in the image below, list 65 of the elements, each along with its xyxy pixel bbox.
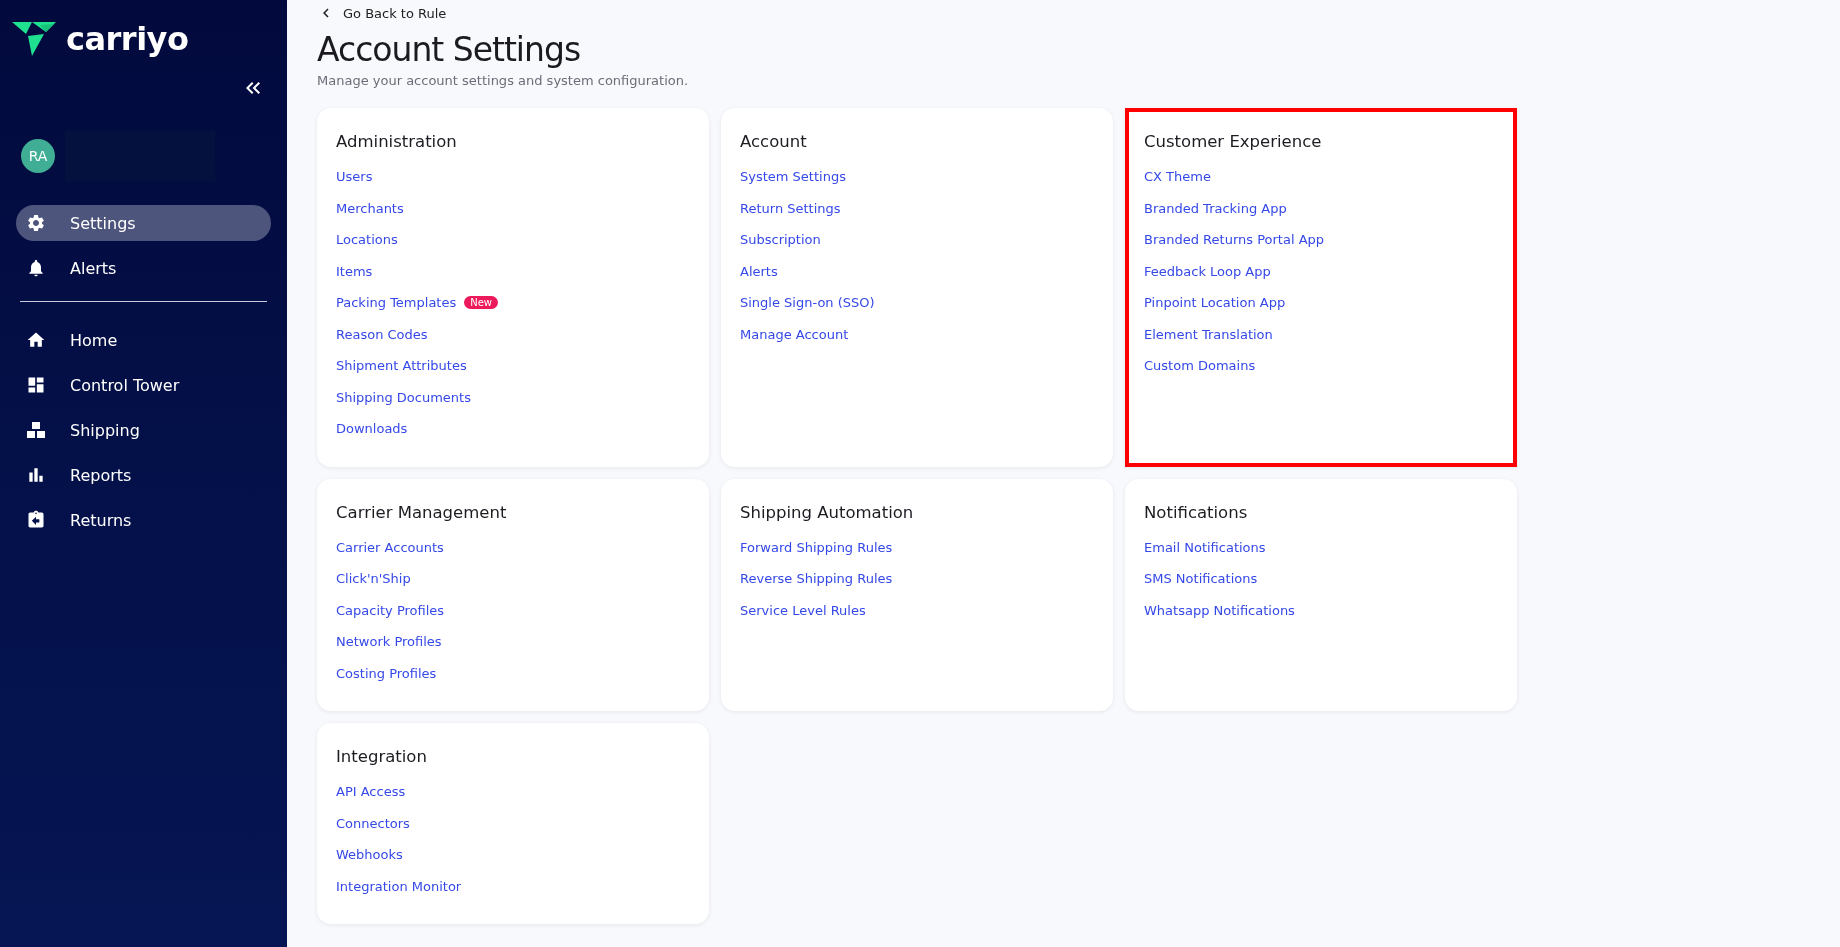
card-title: Administration bbox=[336, 132, 458, 151]
settings-link[interactable]: Shipping Documents bbox=[336, 389, 471, 405]
back-link[interactable]: Go Back to Rule bbox=[317, 4, 447, 22]
page-title: Account Settings bbox=[317, 30, 582, 69]
user-avatar: RA bbox=[21, 139, 55, 173]
boxes-icon bbox=[26, 420, 46, 440]
settings-link[interactable]: Click'n'Ship bbox=[336, 571, 411, 587]
settings-link[interactable]: Email Notifications bbox=[1144, 539, 1266, 555]
home-icon bbox=[26, 330, 46, 350]
sidebar-nav-item[interactable]: Control Tower bbox=[16, 367, 271, 403]
settings-link[interactable]: Costing Profiles bbox=[336, 665, 437, 681]
sidebar-nav-item[interactable]: Settings bbox=[16, 205, 271, 241]
settings-link[interactable]: Users bbox=[336, 169, 373, 185]
settings-link[interactable]: Network Profiles bbox=[336, 634, 442, 650]
settings-link[interactable]: Locations bbox=[336, 232, 398, 248]
settings-link[interactable]: Integration Monitor bbox=[336, 878, 462, 894]
settings-link[interactable]: Custom Domains bbox=[1144, 358, 1256, 374]
settings-link[interactable]: Carrier Accounts bbox=[336, 539, 444, 555]
card-title: Integration bbox=[336, 747, 428, 766]
settings-link[interactable]: CX Theme bbox=[1144, 169, 1211, 185]
settings-link[interactable]: Shipment Attributes bbox=[336, 358, 467, 374]
settings-link[interactable]: Reason Codes bbox=[336, 326, 428, 342]
logo-wordmark: carriyo bbox=[66, 20, 189, 58]
settings-link[interactable]: Webhooks bbox=[336, 847, 403, 863]
settings-link[interactable]: Branded Tracking App bbox=[1144, 200, 1287, 216]
sidebar-nav-item[interactable]: Shipping bbox=[16, 412, 271, 448]
settings-link[interactable]: Branded Returns Portal App bbox=[1144, 232, 1325, 248]
sidebar-nav-item[interactable]: Alerts bbox=[16, 250, 271, 286]
settings-link[interactable]: Connectors bbox=[336, 815, 410, 831]
settings-link[interactable]: Whatsapp Notifications bbox=[1144, 602, 1295, 618]
settings-link[interactable]: Reverse Shipping Rules bbox=[740, 571, 893, 587]
settings-link[interactable]: System Settings bbox=[740, 169, 846, 185]
bell-icon bbox=[26, 258, 46, 278]
dashboard-icon bbox=[26, 375, 46, 395]
new-badge: New bbox=[464, 296, 499, 310]
settings-link[interactable]: Downloads bbox=[336, 421, 408, 437]
sidebar-nav-item[interactable]: Home bbox=[16, 322, 271, 358]
settings-link[interactable]: Pinpoint Location App bbox=[1144, 295, 1286, 311]
sidebar-nav-item[interactable]: Reports bbox=[16, 457, 271, 493]
settings-link[interactable]: Capacity Profiles bbox=[336, 602, 445, 618]
settings-link[interactable]: Items bbox=[336, 263, 373, 279]
settings-link[interactable]: API Access bbox=[336, 784, 406, 800]
settings-link[interactable]: Forward Shipping Rules bbox=[740, 539, 893, 555]
settings-link[interactable]: Alerts bbox=[740, 263, 778, 279]
settings-link[interactable]: Subscription bbox=[740, 232, 821, 248]
sidebar-nav-item[interactable]: Returns bbox=[16, 502, 271, 538]
settings-link[interactable]: Manage Account bbox=[740, 326, 849, 342]
settings-link[interactable]: Feedback Loop App bbox=[1144, 263, 1271, 279]
settings-link[interactable]: Merchants bbox=[336, 200, 404, 216]
card-title: Customer Experience bbox=[1144, 132, 1323, 151]
clipboard-arrow-icon bbox=[26, 510, 46, 530]
settings-link[interactable]: Service Level Rules bbox=[740, 602, 866, 618]
settings-link[interactable]: SMS Notifications bbox=[1144, 571, 1258, 587]
logo-icon bbox=[10, 20, 58, 58]
settings-icon bbox=[26, 213, 46, 233]
settings-link[interactable]: Single Sign-on (SSO) bbox=[740, 295, 875, 311]
settings-link[interactable]: Packing Templates bbox=[336, 295, 457, 311]
card-title: Carrier Management bbox=[336, 502, 508, 522]
card-title: Notifications bbox=[1144, 502, 1249, 522]
settings-link[interactable]: Return Settings bbox=[740, 200, 841, 216]
card-title: Shipping Automation bbox=[740, 502, 915, 522]
settings-link[interactable]: Element Translation bbox=[1144, 326, 1273, 342]
page-subtitle: Manage your account settings and system configuration. bbox=[317, 73, 690, 88]
bar-chart-icon bbox=[26, 465, 46, 485]
card-title: Account bbox=[740, 132, 808, 151]
